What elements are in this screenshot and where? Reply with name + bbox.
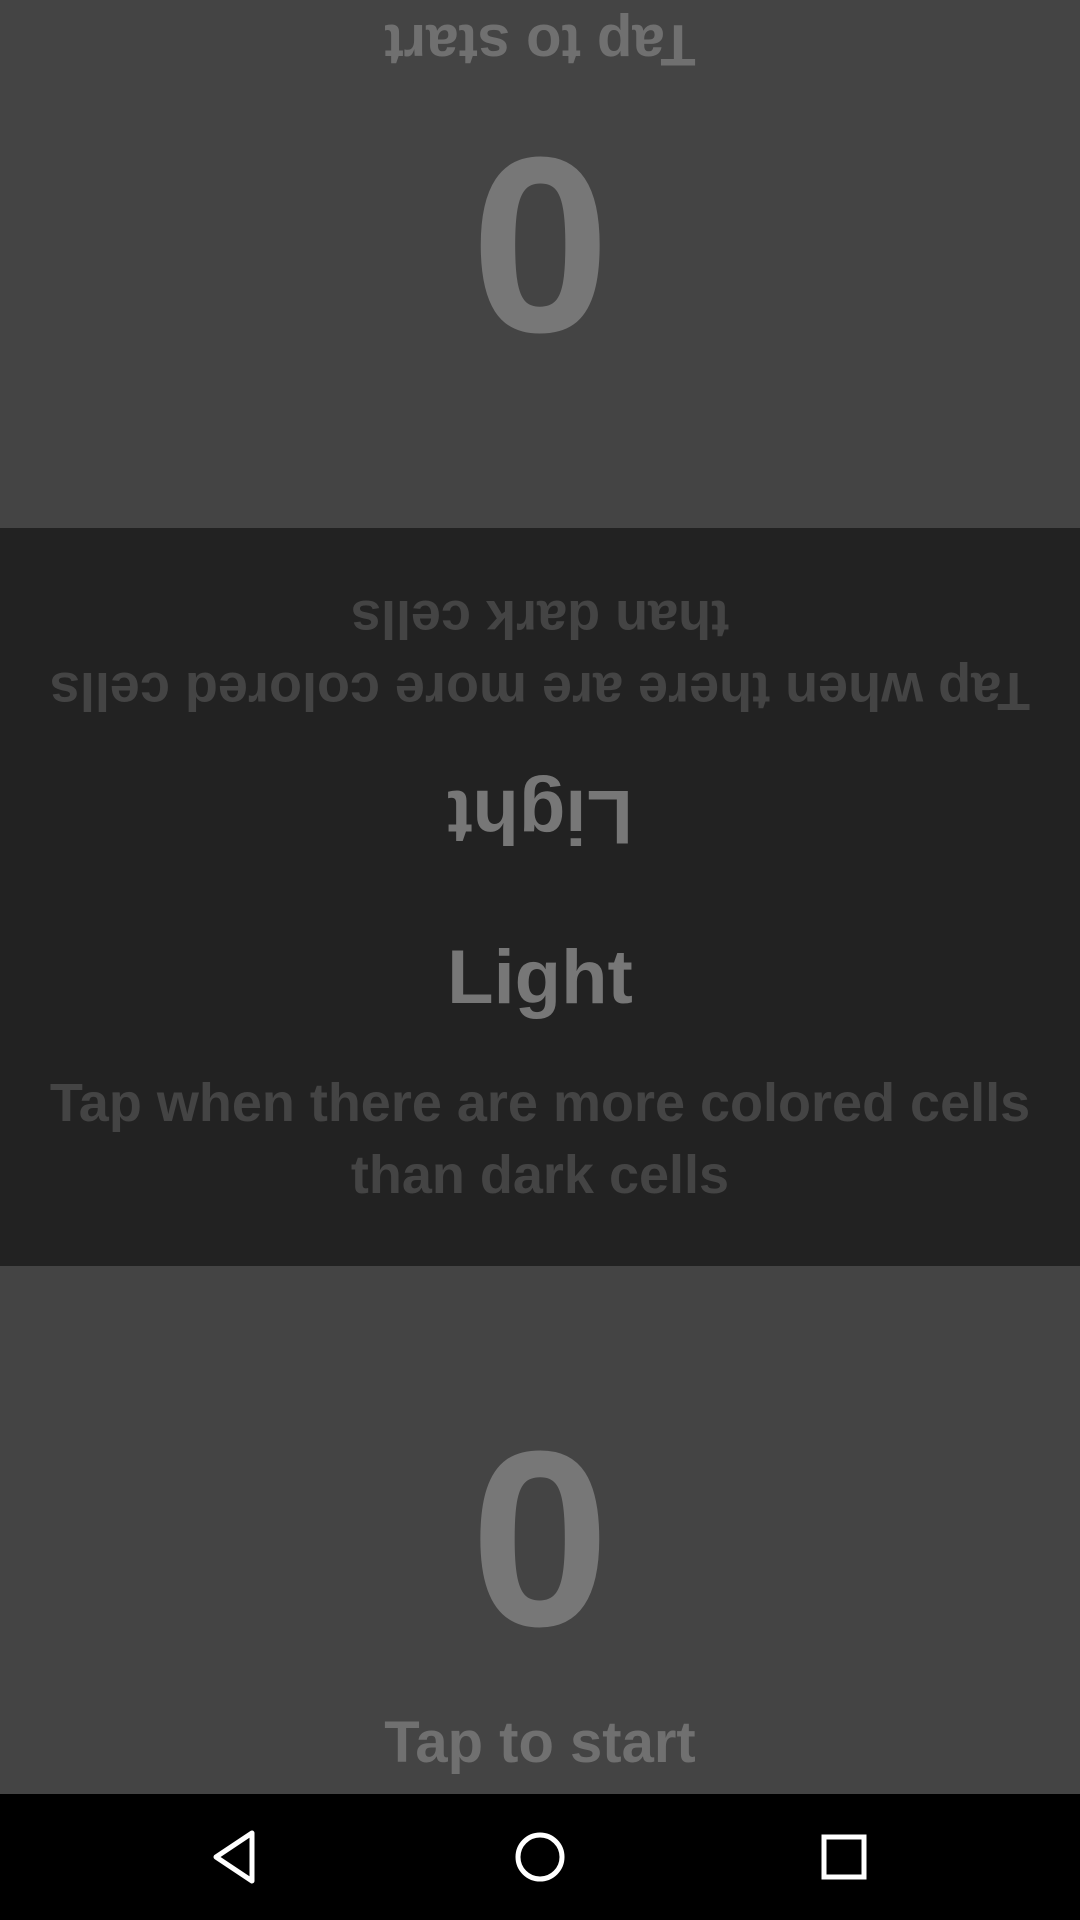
bottom-player-score: 0 <box>470 1399 610 1678</box>
bottom-player-tap-to-start-label: Tap to start <box>384 1710 696 1775</box>
game-screen: 0 Tap to start Light Tap when there are … <box>0 0 1080 1920</box>
bottom-player-tap-zone[interactable]: 0 Tap to start <box>0 1266 1080 1794</box>
top-player-tap-zone[interactable]: 0 Tap to start <box>0 0 1080 528</box>
back-button[interactable] <box>146 1794 326 1920</box>
top-player-score: 0 <box>470 106 610 385</box>
instruction-panel: Light Tap when there are more colored ce… <box>0 528 1080 1266</box>
top-mode-description: Tap when there are more colored cells th… <box>49 589 1031 721</box>
bottom-mode-label: Light <box>447 935 633 1020</box>
instruction-top-rotated: Light Tap when there are more colored ce… <box>0 528 1080 897</box>
top-player-tap-to-start-label: Tap to start <box>384 12 696 77</box>
bottom-player-content: 0 Tap to start <box>0 1266 1080 1794</box>
top-mode-label: Light <box>447 774 633 859</box>
system-navigation-bar <box>0 1794 1080 1920</box>
bottom-mode-description: Tap when there are more colored cells th… <box>49 1073 1031 1205</box>
recent-square-icon <box>821 1834 867 1880</box>
recent-apps-button[interactable] <box>754 1794 934 1920</box>
home-circle-icon <box>515 1832 565 1882</box>
top-player-rotated-content: 0 Tap to start <box>0 0 1080 528</box>
home-button[interactable] <box>450 1794 630 1920</box>
instruction-bottom: Light Tap when there are more colored ce… <box>0 897 1080 1266</box>
back-triangle-icon <box>213 1830 255 1884</box>
